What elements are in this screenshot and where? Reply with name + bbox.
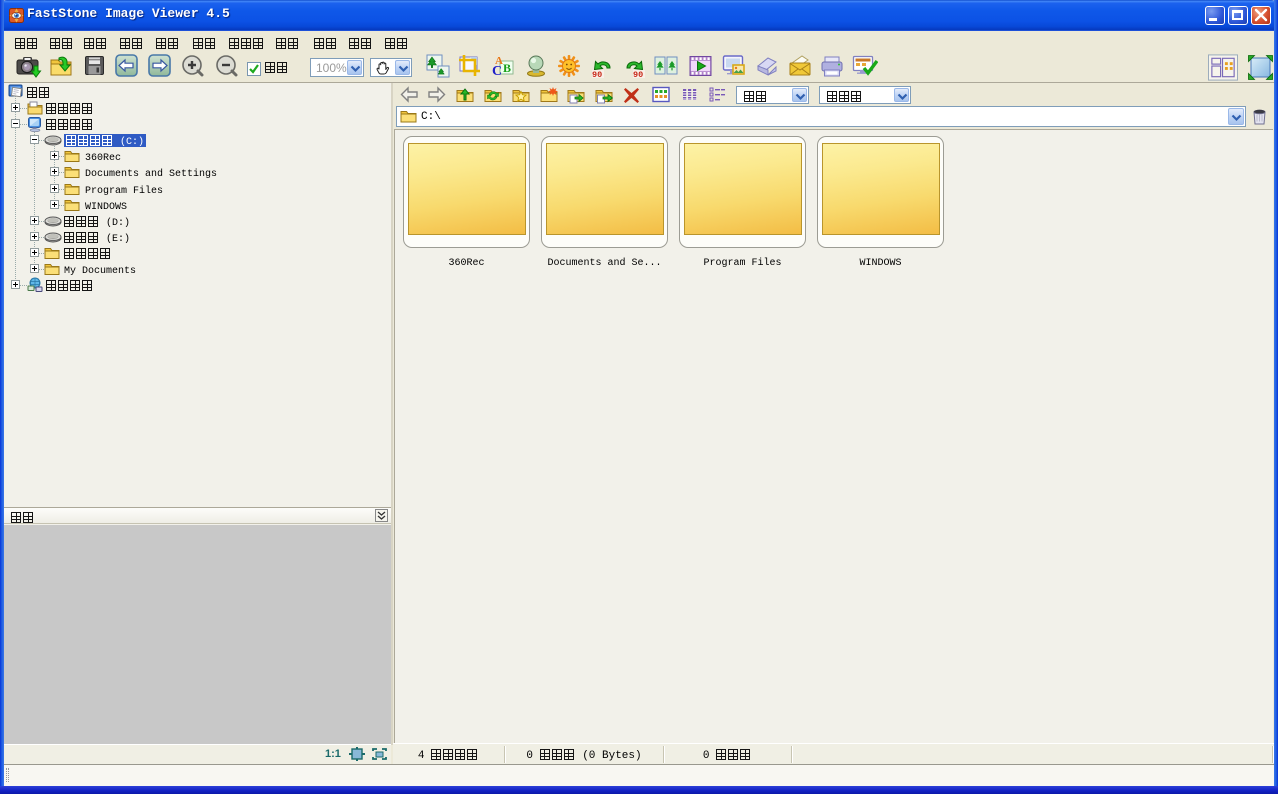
- svg-text:C: C: [492, 64, 502, 78]
- svg-text:B: B: [503, 61, 511, 75]
- svg-text:90: 90: [592, 70, 602, 80]
- svg-text:90: 90: [633, 70, 643, 80]
